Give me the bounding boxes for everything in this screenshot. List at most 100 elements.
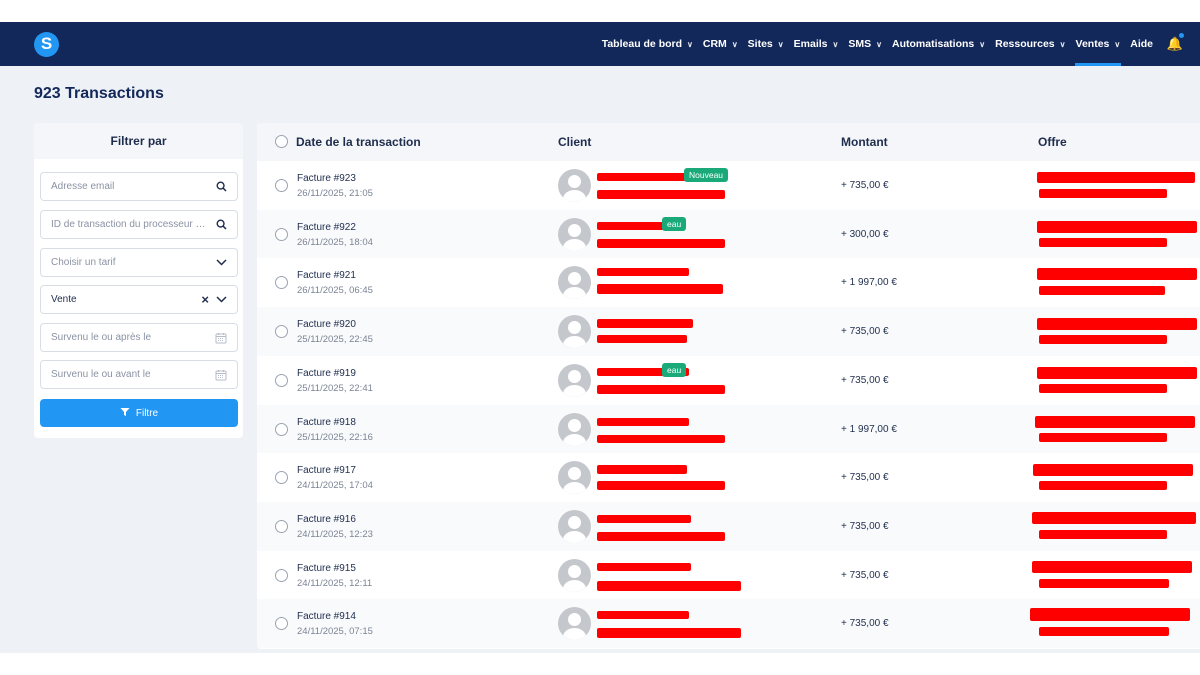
invoice-number[interactable]: Facture #923 [297, 173, 356, 184]
select-all-radio[interactable] [275, 135, 288, 148]
redacted-offer-info [1039, 383, 1167, 393]
nav-item-sites[interactable]: Sites ∨ [743, 22, 789, 66]
chevron-down-icon: ∨ [876, 39, 882, 49]
transaction-amount: + 735,00 € [841, 472, 889, 484]
redacted-offer-info [1037, 318, 1197, 331]
row-select-radio[interactable] [275, 617, 288, 631]
table-row[interactable]: Facture #923 26/11/2025, 21:05 Nouveau + 73… [257, 161, 1200, 210]
row-select-radio[interactable] [275, 227, 288, 241]
row-select-radio[interactable] [275, 422, 288, 436]
redacted-offer-info [1039, 432, 1167, 442]
chevron-down-icon: ∨ [832, 39, 839, 49]
nav-item-label: Ressources [995, 38, 1055, 50]
nav-item-label: Ventes [1075, 38, 1110, 50]
table-row[interactable]: Facture #919 25/11/2025, 22:41 eau + 735,00… [257, 356, 1200, 405]
transaction-date: 24/11/2025, 12:23 [297, 528, 373, 540]
table-row[interactable]: Facture #915 24/11/2025, 12:11 + 735,00 € [257, 551, 1200, 600]
transaction-amount: + 735,00 € [841, 180, 889, 191]
nav-item-ventes[interactable]: Ventes ∨ [1071, 22, 1126, 66]
date-before-input[interactable]: Survenu le ou avant le [40, 360, 238, 389]
filter-panel: Filtrer par Adresse email ID de transacti… [34, 123, 243, 438]
redacted-offer-info [1039, 578, 1169, 588]
column-header-date[interactable]: Date de la transaction [296, 135, 421, 149]
transaction-id-search-input[interactable]: ID de transaction du processeur de paiem… [40, 210, 238, 239]
row-select-radio[interactable] [275, 179, 288, 192]
row-select-radio[interactable] [275, 373, 288, 387]
app-logo[interactable]: S [34, 31, 59, 57]
table-row[interactable]: Facture #922 26/11/2025, 18:04 eau + 300,00… [257, 209, 1200, 259]
invoice-number[interactable]: Facture #917 [297, 465, 356, 476]
chevron-down-icon [216, 259, 227, 266]
redacted-client-info [597, 221, 667, 230]
filter-panel-title: Filtrer par [34, 123, 243, 159]
redacted-offer-info [1039, 481, 1167, 491]
redacted-offer-info [1037, 366, 1197, 379]
field-placeholder: Choisir un tarif [51, 257, 116, 268]
transaction-date: 25/11/2025, 22:45 [297, 334, 373, 346]
table-row[interactable]: Facture #917 24/11/2025, 17:04 + 735,00 € [257, 453, 1200, 502]
redacted-client-info [597, 335, 687, 344]
filter-button-label: Filtre [135, 407, 159, 419]
nav-item-emails[interactable]: Emails ∨ [789, 22, 844, 66]
sale-type-select[interactable]: Vente × [40, 285, 238, 314]
filter-button[interactable]: Filtre [40, 399, 238, 427]
invoice-number[interactable]: Facture #918 [297, 417, 356, 428]
nav-item-tableau-de-bord[interactable]: Tableau de bord ∨ [597, 22, 698, 66]
column-header-client[interactable]: Client [558, 135, 591, 149]
table-row[interactable]: Facture #921 26/11/2025, 06:45 + 1 997,00 … [257, 258, 1200, 307]
field-placeholder: Survenu le ou après le [51, 332, 152, 343]
nav-item-label: CRM [702, 38, 727, 50]
nav-item-label: Tableau de bord [601, 38, 683, 50]
nav-item-aide[interactable]: Aide [1125, 22, 1158, 66]
notification-dot [1179, 33, 1184, 38]
redacted-offer-info [1039, 189, 1167, 198]
transaction-date: 26/11/2025, 18:04 [297, 236, 373, 248]
date-after-input[interactable]: Survenu le ou après le [40, 323, 238, 352]
invoice-number[interactable]: Facture #916 [297, 514, 356, 525]
chevron-down-icon[interactable] [216, 296, 227, 303]
row-select-radio[interactable] [275, 471, 288, 485]
table-row[interactable]: Facture #918 25/11/2025, 22:16 + 1 997,00 … [257, 404, 1200, 454]
row-select-radio[interactable] [275, 325, 288, 339]
invoice-number[interactable]: Facture #915 [297, 563, 356, 574]
invoice-number[interactable]: Facture #920 [297, 319, 356, 330]
field-placeholder: ID de transaction du processeur de paiem… [51, 219, 210, 230]
column-header-offer[interactable]: Offre [1038, 135, 1067, 149]
nav-item-label: Sites [747, 38, 773, 50]
transaction-amount: + 735,00 € [841, 374, 889, 386]
notifications-bell-icon[interactable]: 🔔 [1164, 22, 1186, 66]
table-row[interactable]: Facture #914 24/11/2025, 07:15 + 735,00 € [257, 599, 1200, 648]
clear-icon[interactable]: × [201, 292, 209, 307]
calendar-icon [215, 369, 227, 381]
table-row[interactable]: Facture #916 24/11/2025, 12:23 + 735,00 € [257, 501, 1200, 551]
column-header-amount[interactable]: Montant [841, 135, 888, 149]
redacted-client-info [597, 465, 687, 475]
nav-menu: Tableau de bord ∨ CRM ∨ Sites ∨ Emails ∨ SMS ∨ Aut… [597, 22, 1158, 66]
invoice-number[interactable]: Facture #922 [297, 222, 356, 233]
client-avatar [558, 363, 591, 397]
tariff-select[interactable]: Choisir un tarif [40, 248, 238, 277]
redacted-offer-info [1037, 220, 1197, 233]
row-select-radio[interactable] [275, 519, 288, 533]
transaction-amount: + 1 997,00 € [841, 423, 897, 435]
invoice-number[interactable]: Facture #921 [297, 270, 356, 281]
invoice-number[interactable]: Facture #919 [297, 368, 356, 379]
table-row[interactable]: Facture #920 25/11/2025, 22:45 + 735,00 € [257, 307, 1200, 356]
nav-item-crm[interactable]: CRM ∨ [698, 22, 743, 66]
client-avatar [558, 558, 591, 592]
row-select-radio[interactable] [275, 276, 288, 290]
nav-item-automatisations[interactable]: Automatisations ∨ [887, 22, 990, 66]
transaction-amount: + 300,00 € [841, 228, 889, 240]
redacted-client-info [597, 268, 689, 277]
redacted-offer-info [1039, 237, 1167, 247]
nav-item-ressources[interactable]: Ressources ∨ [990, 22, 1070, 66]
client-avatar [558, 217, 591, 251]
client-avatar [558, 315, 591, 349]
nav-item-sms[interactable]: SMS ∨ [843, 22, 887, 66]
redacted-client-info [597, 384, 725, 394]
row-select-radio[interactable] [275, 568, 288, 582]
redacted-client-info [597, 319, 693, 329]
invoice-number[interactable]: Facture #914 [297, 611, 356, 622]
transactions-table: Date de la transaction Client Montant Of… [257, 123, 1200, 649]
email-search-input[interactable]: Adresse email [40, 172, 238, 201]
